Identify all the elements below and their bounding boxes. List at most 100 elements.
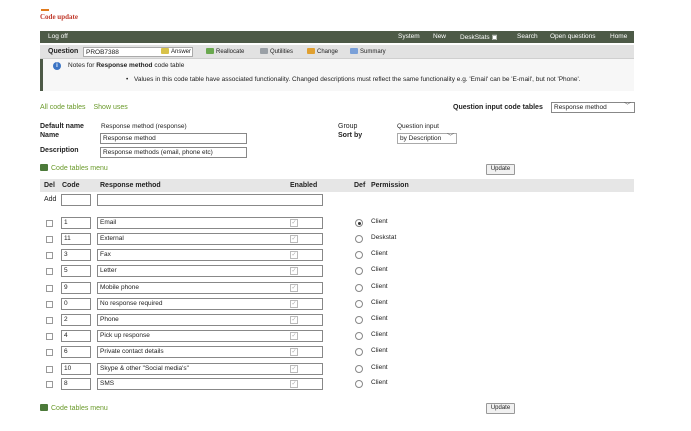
delete-checkbox[interactable] [46,333,53,340]
default-radio[interactable] [355,219,363,227]
sortby-label: Sort by [338,132,363,139]
deskstats-icon: ▣ [491,34,498,41]
menu-icon [40,404,48,411]
code-input[interactable]: 8 [61,378,91,390]
all-code-tables-link[interactable]: All code tables [40,104,86,111]
col-method: Response method [100,182,161,189]
table-row: 6 Private contact details ✓ Client [40,345,634,361]
permission-value: Client [371,283,388,290]
default-name-value: Response method (response) [101,123,187,130]
name-input[interactable]: Response method [100,133,247,144]
nav-search[interactable]: Search [517,33,538,40]
app-title: Code update [40,9,78,21]
code-tables-menu-link-bottom[interactable]: Code tables menu [40,404,108,412]
delete-checkbox[interactable] [46,220,53,227]
code-input[interactable]: 11 [61,233,91,245]
summary-button[interactable]: Summary [350,48,386,55]
table-row: 11 External ✓ Deskstat [40,232,634,248]
permission-value: Client [371,218,388,225]
top-nav-bar: Log off System New DeskStats ▣ Search Op… [40,31,634,43]
enabled-checkbox[interactable]: ✓ [290,284,298,292]
table-row: 9 Mobile phone ✓ Client [40,281,634,297]
default-radio[interactable] [355,348,363,356]
default-radio[interactable] [355,316,363,324]
show-uses-link[interactable]: Show uses [93,104,127,111]
update-button-bottom[interactable]: Update [486,403,515,414]
table-header: Del Code Response method Enabled Def Per… [40,179,634,192]
code-input[interactable]: 4 [61,330,91,342]
permission-value: Client [371,331,388,338]
qutilities-button[interactable]: Qutilities [260,48,293,55]
enabled-checkbox[interactable]: ✓ [290,251,298,259]
group-label: Group [338,123,358,130]
enabled-checkbox[interactable]: ✓ [290,348,298,356]
enabled-checkbox[interactable]: ✓ [290,316,298,324]
delete-checkbox[interactable] [46,236,53,243]
code-input[interactable]: 6 [61,346,91,358]
add-code-input[interactable] [61,194,91,206]
col-code: Code [62,182,80,189]
enabled-checkbox[interactable]: ✓ [290,365,298,373]
sortby-select[interactable]: by Description ﹀ [397,133,457,144]
nav-system[interactable]: System [398,33,420,40]
notes-accent-bar [40,59,43,91]
enabled-checkbox[interactable]: ✓ [290,267,298,275]
enabled-checkbox[interactable]: ✓ [290,332,298,340]
logoff-link[interactable]: Log off [48,33,68,40]
chevron-down-icon: ﹀ [624,103,631,110]
default-radio[interactable] [355,300,363,308]
default-radio[interactable] [355,380,363,388]
nav-home[interactable]: Home [610,33,627,40]
nav-deskstats[interactable]: DeskStats ▣ [460,33,498,41]
delete-checkbox[interactable] [46,381,53,388]
default-radio[interactable] [355,267,363,275]
group-value: Question input [397,123,439,130]
delete-checkbox[interactable] [46,349,53,356]
code-input[interactable]: 9 [61,282,91,294]
nav-new[interactable]: New [433,33,446,40]
code-input[interactable]: 0 [61,298,91,310]
permission-value: Client [371,379,388,386]
enabled-checkbox[interactable]: ✓ [290,300,298,308]
enabled-checkbox[interactable]: ✓ [290,219,298,227]
table-row: 10 Skype & other "Social media's" ✓ Client [40,362,634,378]
delete-checkbox[interactable] [46,285,53,292]
change-button[interactable]: Change [307,48,338,55]
update-button[interactable]: Update [486,164,515,175]
description-input[interactable]: Response methods (email, phone etc) [100,147,247,158]
reallocate-icon [206,48,214,54]
default-radio[interactable] [355,332,363,340]
notes-text: Values in this code table have associate… [134,76,581,83]
code-input[interactable]: 5 [61,265,91,277]
delete-checkbox[interactable] [46,301,53,308]
default-radio[interactable] [355,365,363,373]
change-icon [307,48,315,54]
delete-checkbox[interactable] [46,366,53,373]
table-row: 1 Email ✓ Client [40,216,634,232]
default-radio[interactable] [355,251,363,259]
answer-button[interactable]: Answer [161,48,191,55]
delete-checkbox[interactable] [46,317,53,324]
code-input[interactable]: 1 [61,217,91,229]
code-input[interactable]: 3 [61,249,91,261]
code-input[interactable]: 10 [61,363,91,375]
summary-icon [350,48,358,54]
delete-checkbox[interactable] [46,252,53,259]
code-input[interactable]: 2 [61,314,91,326]
col-permission: Permission [371,182,409,189]
delete-checkbox[interactable] [46,268,53,275]
add-row: Add [40,194,634,210]
reallocate-button[interactable]: Reallocate [206,48,244,55]
add-method-input[interactable] [97,194,323,206]
permission-value: Client [371,299,388,306]
default-radio[interactable] [355,235,363,243]
nav-open-questions[interactable]: Open questions [550,33,596,40]
enabled-checkbox[interactable]: ✓ [290,235,298,243]
description-label: Description [40,147,79,154]
code-tables-menu-link[interactable]: Code tables menu [40,164,108,172]
permission-value: Client [371,315,388,322]
answer-icon [161,48,169,54]
default-radio[interactable] [355,284,363,292]
enabled-checkbox[interactable]: ✓ [290,380,298,388]
code-table-select[interactable]: Response method ﹀ [551,102,635,113]
